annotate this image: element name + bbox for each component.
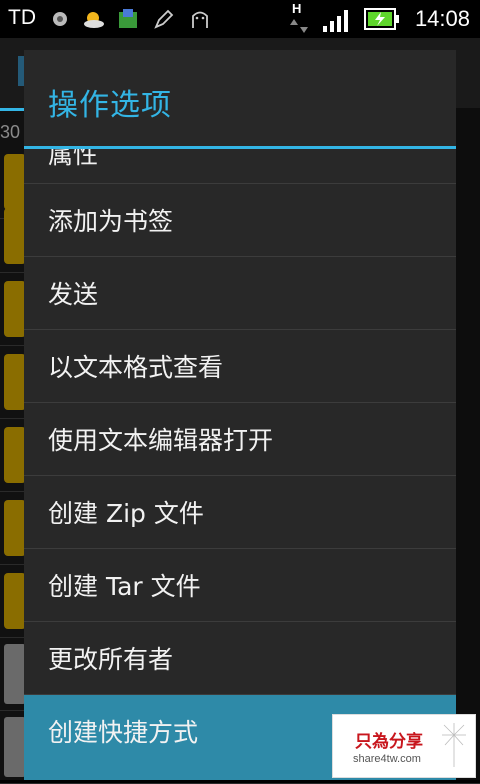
operation-options-dialog: 操作选项 属性 添加为书签 发送 以文本格式查看 使用文本编辑器打开 创建 Zi… [24, 50, 456, 780]
menu-item-label: 创建 Zip 文件 [48, 499, 204, 528]
watermark-url: share4tw.com [353, 753, 421, 765]
menu-item-label: 发送 [48, 280, 99, 309]
folder-icon [4, 500, 26, 556]
folder-icon [4, 573, 26, 629]
menu-item-label: 以文本格式查看 [48, 353, 224, 382]
folder-icon [4, 427, 26, 483]
file-icon [4, 644, 26, 704]
folder-icon [4, 354, 26, 410]
signal-icon [323, 10, 348, 32]
carrier-label: TD [8, 6, 36, 29]
menu-item-add-bookmark[interactable]: 添加为书签 [24, 184, 456, 257]
battery-charging-icon [364, 8, 399, 30]
menu-item-label: 更改所有者 [48, 645, 174, 674]
dandelion-icon [442, 723, 466, 767]
stylus-icon [154, 9, 174, 29]
menu-item-change-owner[interactable]: 更改所有者 [24, 622, 456, 695]
data-arrows-icon [290, 19, 308, 33]
menu-item-open-with-text-editor[interactable]: 使用文本编辑器打开 [24, 403, 456, 476]
status-bar: TD H 14:08 [0, 0, 480, 38]
watermark: 只為分享 share4tw.com [332, 714, 476, 778]
menu-item-label: 添加为书签 [48, 207, 174, 236]
background-right-strip [456, 108, 480, 780]
menu-item-view-as-text[interactable]: 以文本格式查看 [24, 330, 456, 403]
android-icon [192, 11, 208, 28]
menu-item-send[interactable]: 发送 [24, 257, 456, 330]
dialog-title: 操作选项 [48, 88, 172, 123]
menu-item-label: 使用文本编辑器打开 [48, 426, 274, 455]
folder-icon [4, 281, 26, 337]
weather-icon [84, 12, 104, 28]
menu-item-create-tar[interactable]: 创建 Tar 文件 [24, 549, 456, 622]
menu-item-create-zip[interactable]: 创建 Zip 文件 [24, 476, 456, 549]
dialog-header: 操作选项 [24, 50, 456, 146]
folder-icon [4, 208, 26, 264]
menu-item-label: 创建 Tar 文件 [48, 572, 201, 601]
options-menu[interactable]: 属性 添加为书签 发送 以文本格式查看 使用文本编辑器打开 创建 Zip 文件 … [24, 149, 456, 780]
app-icon [119, 9, 137, 28]
menu-item-label: 创建快捷方式 [48, 718, 199, 747]
data-type-label: H [292, 1, 302, 16]
menu-item-properties[interactable]: 属性 [24, 149, 456, 184]
record-icon [53, 12, 67, 26]
file-icon [4, 717, 26, 777]
menu-item-label: 属性 [48, 149, 99, 169]
background-path-text: 30 [0, 122, 21, 142]
clock: 14:08 [414, 6, 470, 31]
watermark-title: 只為分享 [355, 732, 423, 752]
